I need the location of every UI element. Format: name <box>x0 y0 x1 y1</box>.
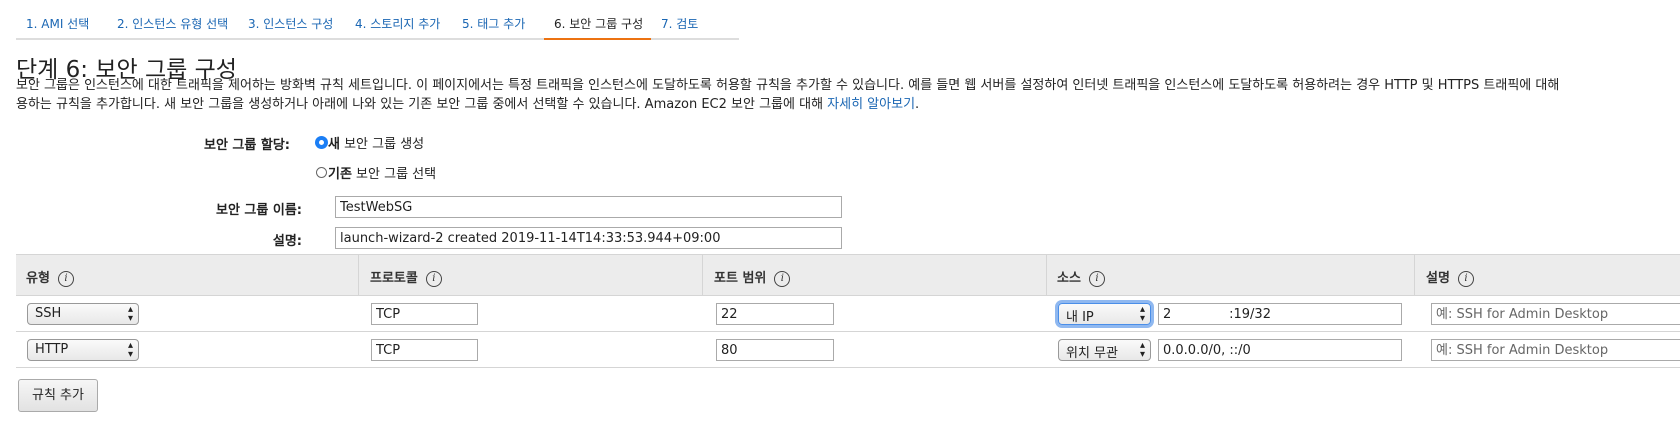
info-icon[interactable]: i <box>425 270 442 287</box>
column-divider <box>358 255 359 295</box>
radio-new-security-group[interactable] <box>316 137 327 148</box>
tab-add-storage[interactable]: 4. 스토리지 추가 <box>345 0 452 40</box>
rules-table-header: 유형 i 프로토콜 i 포트 범위 i 소스 i 설명 i <box>16 254 1680 296</box>
up-down-chevron-icon: ▴ ▾ <box>1139 340 1145 360</box>
tab-add-tags[interactable]: 5. 태그 추가 <box>452 0 544 40</box>
column-header-source: 소스 i <box>1057 267 1105 287</box>
security-group-description-input[interactable] <box>335 227 842 249</box>
security-group-name-input[interactable] <box>335 196 842 218</box>
type-select[interactable]: SSH ▴ ▾ <box>27 303 139 325</box>
source-cidr-input[interactable] <box>1158 339 1402 361</box>
up-down-chevron-icon: ▴ ▾ <box>1139 304 1145 324</box>
source-type-select[interactable]: 내 IP ▴ ▾ <box>1058 303 1151 325</box>
option-existing-rest: 보안 그룹 선택 <box>351 167 437 182</box>
tab-security-group[interactable]: 6. 보안 그룹 구성 <box>544 0 651 40</box>
up-down-chevron-icon: ▴ ▾ <box>127 340 133 360</box>
column-header-protocol-label: 프로토콜 <box>370 271 418 286</box>
rule-description-input[interactable] <box>1431 303 1680 325</box>
description-line-2: 용하는 규칙을 추가합니다. 새 보안 그룹을 생성하거나 아래에 나와 있는 … <box>16 95 1680 114</box>
source-cidr-input[interactable] <box>1158 303 1402 325</box>
column-divider <box>1414 255 1415 295</box>
protocol-field[interactable] <box>371 339 478 361</box>
option-new-bold: 새 <box>328 137 340 152</box>
page-description: 보안 그룹은 인스턴스에 대한 트래픽을 제어하는 방화벽 규칙 세트입니다. … <box>16 76 1680 114</box>
tab-instance-config[interactable]: 3. 인스턴스 구성 <box>238 0 345 40</box>
protocol-field[interactable] <box>371 303 478 325</box>
option-existing-bold: 기존 <box>328 167 352 182</box>
column-header-protocol: 프로토콜 i <box>370 267 442 287</box>
security-group-name-label: 보안 그룹 이름: <box>215 203 302 218</box>
source-type-select-value: 위치 무관 <box>1066 346 1118 361</box>
column-header-description-label: 설명 <box>1426 271 1450 286</box>
option-new-rest: 보안 그룹 생성 <box>339 137 425 152</box>
column-header-type-label: 유형 <box>26 271 50 286</box>
column-divider <box>702 255 703 295</box>
up-down-chevron-icon: ▴ ▾ <box>127 304 133 324</box>
info-icon[interactable]: i <box>774 270 791 287</box>
rule-description-input[interactable] <box>1431 339 1680 361</box>
description-line-1: 보안 그룹은 인스턴스에 대한 트래픽을 제어하는 방화벽 규칙 세트입니다. … <box>16 78 1560 93</box>
description-suffix: . <box>915 97 920 112</box>
column-header-port-range: 포트 범위 i <box>714 267 791 287</box>
column-divider <box>1046 255 1047 295</box>
tab-instance-type[interactable]: 2. 인스턴스 유형 선택 <box>107 0 238 40</box>
info-icon[interactable]: i <box>57 270 74 287</box>
source-type-select[interactable]: 위치 무관 ▴ ▾ <box>1058 339 1151 361</box>
info-icon[interactable]: i <box>1457 270 1474 287</box>
column-header-type: 유형 i <box>26 267 74 287</box>
add-rule-button[interactable]: 규칙 추가 <box>18 379 98 412</box>
table-row: SSH ▴▾ 내 IP ▴▾ <box>16 296 1680 332</box>
option-existing-security-group-label[interactable]: 기존 보안 그룹 선택 <box>328 163 436 182</box>
source-type-select-value: 내 IP <box>1066 310 1094 325</box>
port-range-input[interactable] <box>716 303 834 325</box>
column-header-source-label: 소스 <box>1057 271 1081 286</box>
table-row: HTTP ▴▾ 위치 무관 ▴▾ <box>16 332 1680 368</box>
column-header-description: 설명 i <box>1426 267 1474 287</box>
learn-more-link[interactable]: 자세히 알아보기 <box>827 97 915 112</box>
assign-security-group-label: 보안 그룹 할당: <box>203 138 290 153</box>
type-select[interactable]: HTTP ▴ ▾ <box>27 339 139 361</box>
option-new-security-group-label[interactable]: 새 보안 그룹 생성 <box>328 133 424 152</box>
tab-review[interactable]: 7. 검토 <box>651 0 739 40</box>
type-select-value: HTTP <box>35 342 69 357</box>
type-select-value: SSH <box>35 306 62 321</box>
info-icon[interactable]: i <box>1088 270 1105 287</box>
radio-existing-security-group[interactable] <box>316 167 327 178</box>
column-header-port-range-label: 포트 범위 <box>714 271 767 286</box>
tab-ami-select[interactable]: 1. AMI 선택 <box>16 0 107 40</box>
description-line-2-text: 용하는 규칙을 추가합니다. 새 보안 그룹을 생성하거나 아래에 나와 있는 … <box>16 97 828 112</box>
security-group-description-label: 설명: <box>272 234 302 249</box>
port-range-input[interactable] <box>716 339 834 361</box>
